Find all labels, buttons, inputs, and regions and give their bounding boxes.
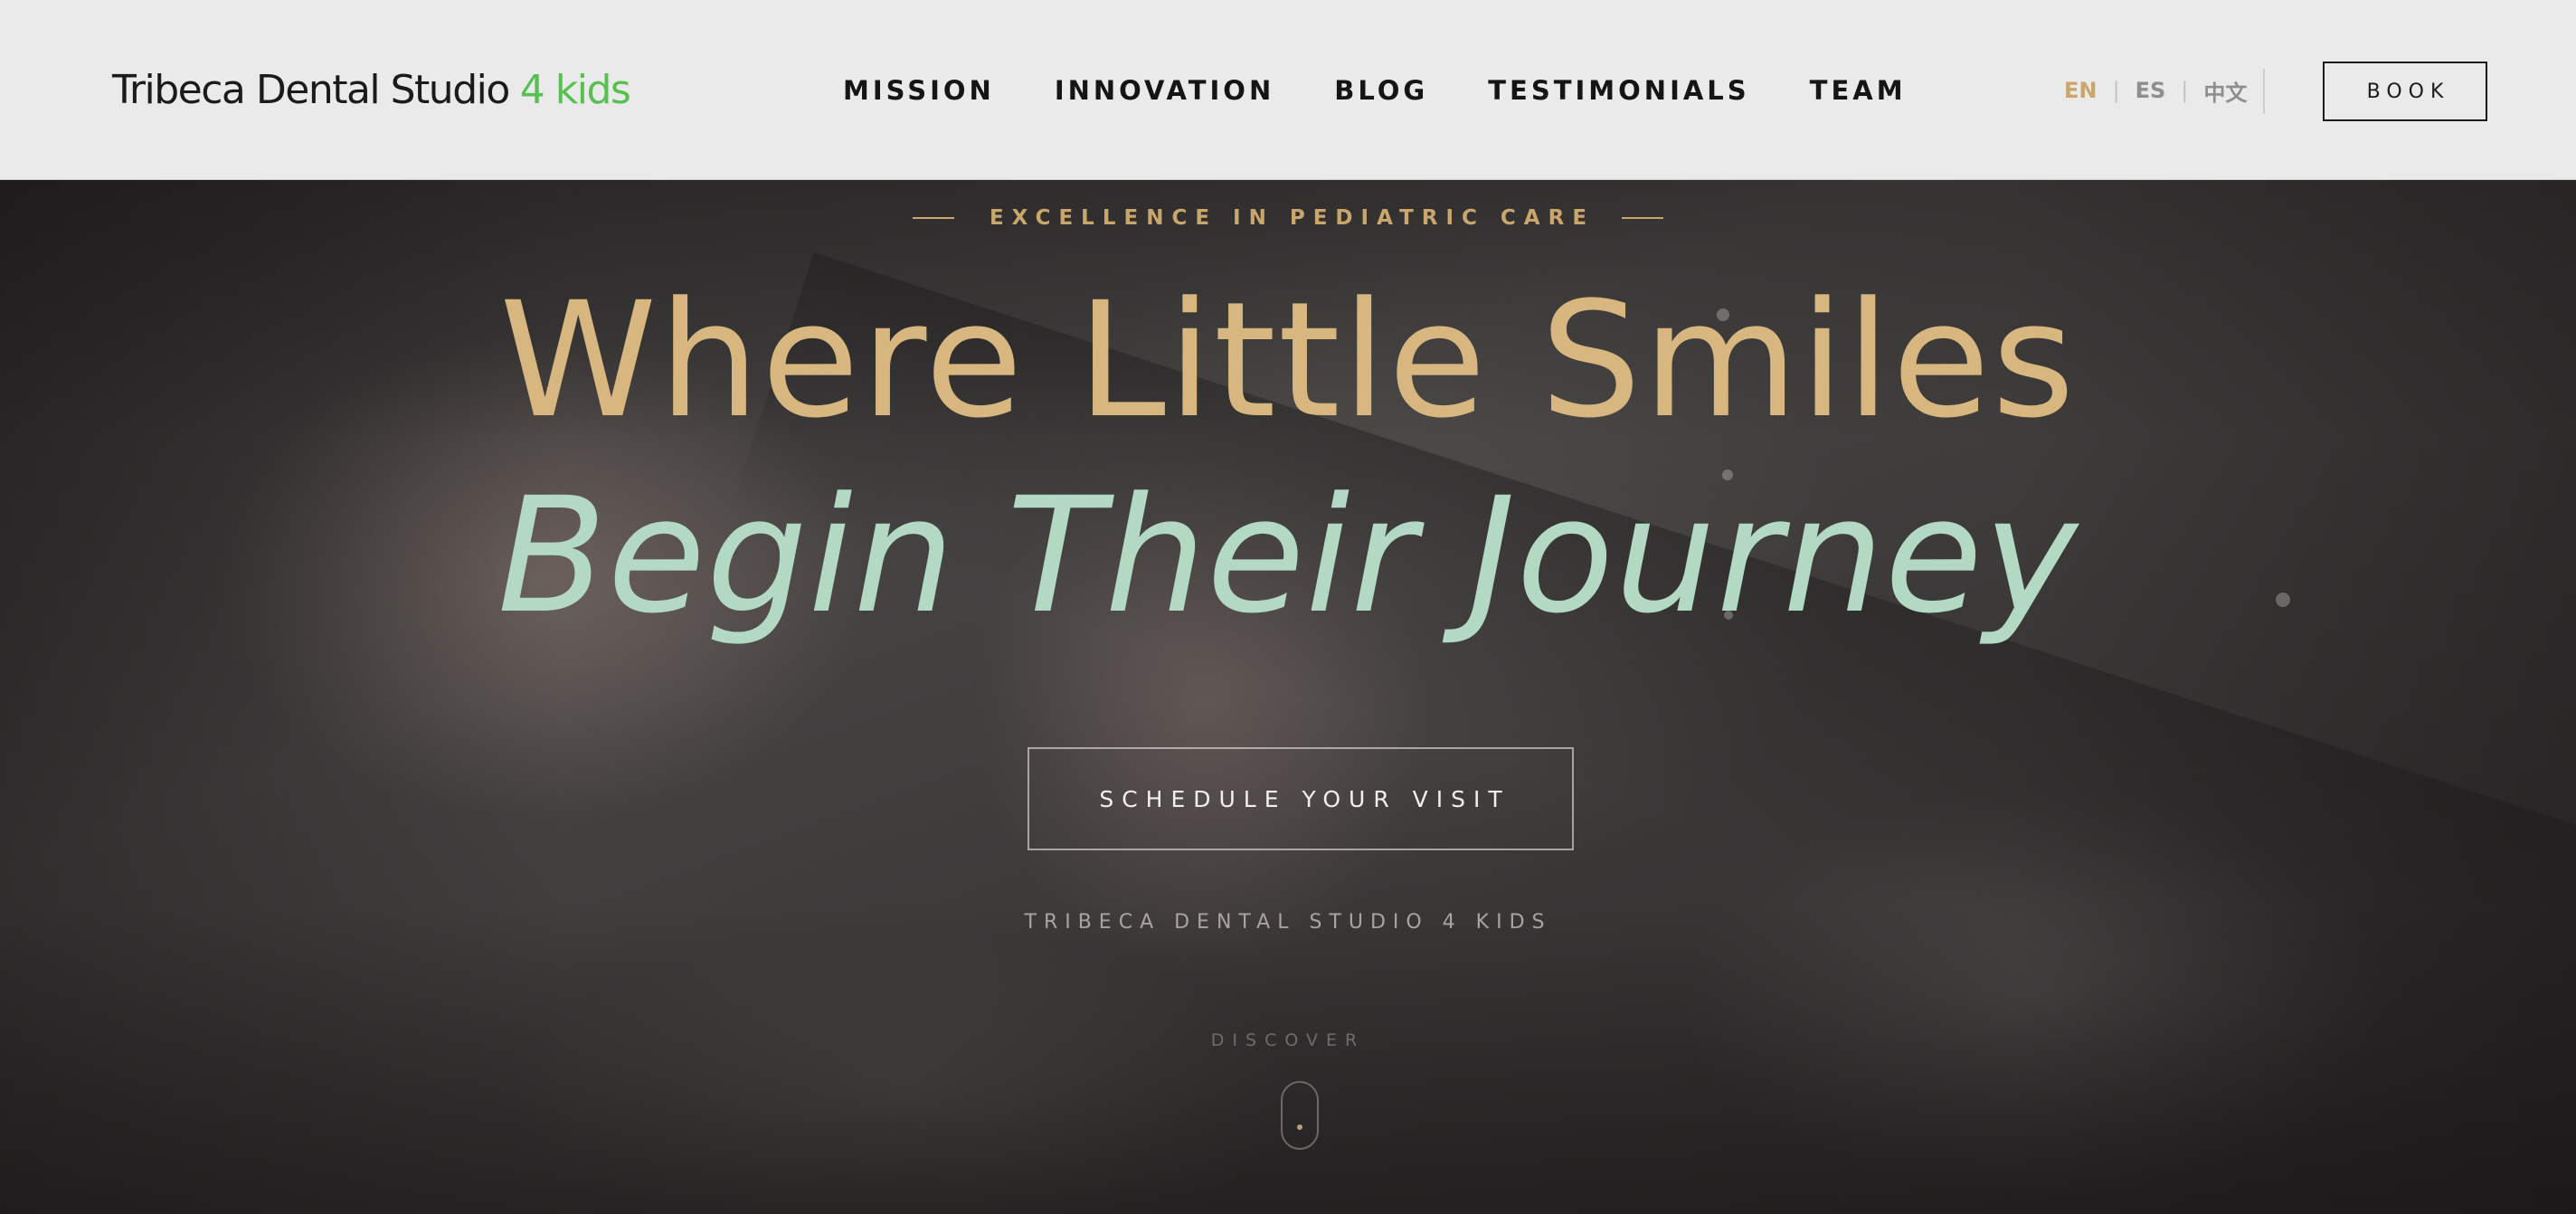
header-divider xyxy=(2263,69,2265,114)
lang-separator: | xyxy=(2181,78,2189,103)
lang-option-en[interactable]: EN xyxy=(2064,78,2097,103)
nav-item-testimonials[interactable]: TESTIMONIALS xyxy=(1488,75,1749,106)
hero-section: EXCELLENCE IN PEDIATRIC CARE Where Littl… xyxy=(0,180,2576,1214)
eyebrow-line-left xyxy=(912,217,954,219)
hero-tagline: TRIBECA DENTAL STUDIO 4 KIDS xyxy=(1024,911,1552,934)
mouse-scroll-icon[interactable] xyxy=(1281,1081,1319,1150)
nav-item-innovation[interactable]: INNOVATION xyxy=(1055,75,1274,106)
logo-text: Tribeca Dental Studio xyxy=(112,67,510,113)
scroll-dot xyxy=(1297,1124,1302,1130)
lang-option-zh[interactable]: 中文 xyxy=(2203,75,2247,107)
logo-accent-text: 4 kids xyxy=(519,67,631,113)
nav-item-mission[interactable]: MISSION xyxy=(843,75,995,106)
nav-item-blog[interactable]: BLOG xyxy=(1334,75,1428,106)
site-logo[interactable]: Tribeca Dental Studio 4 kids xyxy=(112,62,631,119)
discover-label: DISCOVER xyxy=(1210,1030,1366,1050)
hero-headline: Where Little Smiles xyxy=(499,268,2077,453)
lang-option-es[interactable]: ES xyxy=(2136,78,2166,103)
eyebrow-text: EXCELLENCE IN PEDIATRIC CARE xyxy=(989,206,1596,230)
site-header: Tribeca Dental Studio 4 kids MISSION INNO… xyxy=(0,0,2576,180)
hero-eyebrow: EXCELLENCE IN PEDIATRIC CARE xyxy=(0,204,2576,232)
book-button[interactable]: BOOK xyxy=(2323,62,2487,121)
main-nav: MISSION INNOVATION BLOG TESTIMONIALS TEA… xyxy=(843,69,1907,112)
lang-separator: | xyxy=(2112,78,2120,103)
language-switcher: EN | ES | 中文 xyxy=(2064,71,2247,110)
eyebrow-line-right xyxy=(1622,217,1664,219)
nav-item-team[interactable]: TEAM xyxy=(1810,75,1907,106)
schedule-visit-button[interactable]: SCHEDULE YOUR VISIT xyxy=(1028,747,1574,850)
hero-subheadline: Begin Their Journey xyxy=(497,463,2079,649)
